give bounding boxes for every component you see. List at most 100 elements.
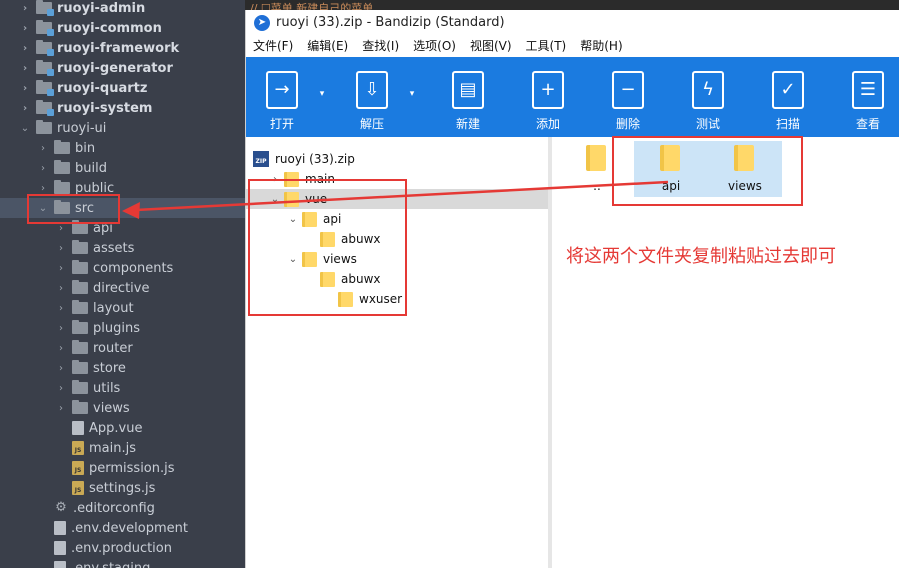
module-folder-icon bbox=[36, 40, 54, 56]
ide-tree-item[interactable]: › bin bbox=[0, 138, 245, 158]
new-archive-icon: ▤ bbox=[452, 71, 484, 109]
zip-archive-icon: ZIP bbox=[253, 151, 269, 167]
chevron-right-icon[interactable]: › bbox=[54, 263, 68, 274]
ide-tree-item[interactable]: › ruoyi-system bbox=[0, 98, 245, 118]
ide-tree-label: main.js bbox=[89, 440, 136, 456]
ide-tree-item[interactable]: JS permission.js bbox=[0, 458, 245, 478]
chevron-right-icon[interactable]: › bbox=[18, 83, 32, 94]
menu-item[interactable]: 查找(I) bbox=[355, 35, 406, 57]
chevron-right-icon[interactable]: › bbox=[18, 43, 32, 54]
ide-tree-item[interactable]: › components bbox=[0, 258, 245, 278]
module-folder-icon bbox=[36, 0, 54, 16]
chevron-right-icon[interactable]: › bbox=[18, 103, 32, 114]
chevron-right-icon[interactable]: › bbox=[54, 323, 68, 334]
ide-tree-item[interactable]: ⌄ ruoyi-ui bbox=[0, 118, 245, 138]
ide-tree-label: ruoyi-quartz bbox=[57, 80, 148, 96]
module-folder-icon bbox=[36, 20, 54, 36]
ide-tree-item[interactable]: › ruoyi-common bbox=[0, 18, 245, 38]
ide-tree-label: build bbox=[75, 160, 107, 176]
folder-icon bbox=[36, 120, 52, 134]
chevron-right-icon[interactable]: › bbox=[54, 303, 68, 314]
ide-tree-label: assets bbox=[93, 240, 135, 256]
folder-icon bbox=[72, 300, 88, 314]
chevron-right-icon[interactable]: › bbox=[18, 63, 32, 74]
toolbar: → 打开 ▾ ⇩ 解压 ▾ ▤ 新建 + 添加 − 删除 ϟ 测试 ✓ 扫描 ☰ 查看 bbox=[246, 57, 899, 137]
menu-item[interactable]: 选项(O) bbox=[406, 35, 463, 57]
ide-tree-item[interactable]: › ruoyi-framework bbox=[0, 38, 245, 58]
ide-tree-item[interactable]: › plugins bbox=[0, 318, 245, 338]
menu-item[interactable]: 视图(V) bbox=[463, 35, 519, 57]
ide-tree-item[interactable]: ⚙ .editorconfig bbox=[0, 498, 245, 518]
ide-tree-item[interactable]: › ruoyi-generator bbox=[0, 58, 245, 78]
chevron-right-icon[interactable]: › bbox=[54, 243, 68, 254]
ide-tree-item[interactable]: › ruoyi-admin bbox=[0, 0, 245, 18]
ide-tree-item[interactable]: › assets bbox=[0, 238, 245, 258]
ide-tree-item[interactable]: › directive bbox=[0, 278, 245, 298]
ide-tree-label: views bbox=[93, 400, 130, 416]
ide-tree-item[interactable]: App.vue bbox=[0, 418, 245, 438]
folder-icon bbox=[72, 240, 88, 254]
folder-icon bbox=[72, 340, 88, 354]
ide-tree-item[interactable]: .env.staging bbox=[0, 558, 245, 568]
toolbar-button-delete[interactable]: − 删除 bbox=[598, 57, 658, 137]
chevron-right-icon[interactable]: › bbox=[54, 383, 68, 394]
ide-tree-item[interactable]: › utils bbox=[0, 378, 245, 398]
dropdown-arrow-icon[interactable]: ▾ bbox=[316, 89, 328, 99]
menu-item[interactable]: 工具(T) bbox=[519, 35, 574, 57]
ide-tree-item[interactable]: .env.production bbox=[0, 538, 245, 558]
scan-icon: ✓ bbox=[772, 71, 804, 109]
toolbar-button-test[interactable]: ϟ 测试 bbox=[678, 57, 738, 137]
js-file-icon: JS bbox=[72, 481, 84, 495]
ide-tree-item[interactable]: › router bbox=[0, 338, 245, 358]
ide-tree-label: .editorconfig bbox=[73, 500, 155, 516]
folder-icon bbox=[72, 380, 88, 394]
toolbar-button-label: 添加 bbox=[535, 117, 560, 131]
chevron-right-icon[interactable]: › bbox=[36, 163, 50, 174]
ide-tree-label: ruoyi-common bbox=[57, 20, 162, 36]
ide-tree-item[interactable]: › views bbox=[0, 398, 245, 418]
toolbar-button-view[interactable]: ☰ 查看 bbox=[838, 57, 898, 137]
chevron-right-icon[interactable]: › bbox=[54, 223, 68, 234]
chevron-right-icon[interactable]: › bbox=[36, 183, 50, 194]
ide-tree-item[interactable]: › ruoyi-quartz bbox=[0, 78, 245, 98]
chevron-right-icon[interactable]: › bbox=[54, 363, 68, 374]
menu-item[interactable]: 帮助(H) bbox=[573, 35, 629, 57]
ide-tree-label: utils bbox=[93, 380, 121, 396]
folder-icon bbox=[72, 260, 88, 274]
ide-tree-item[interactable]: › build bbox=[0, 158, 245, 178]
toolbar-button-add[interactable]: + 添加 bbox=[518, 57, 578, 137]
file-icon bbox=[54, 541, 66, 555]
archive-tree-item[interactable]: ZIP ruoyi (33).zip bbox=[246, 149, 548, 169]
chevron-right-icon[interactable]: › bbox=[54, 403, 68, 414]
module-folder-icon bbox=[36, 60, 54, 76]
toolbar-button-new-archive[interactable]: ▤ 新建 bbox=[438, 57, 498, 137]
file-icon bbox=[72, 421, 84, 435]
chevron-right-icon[interactable]: › bbox=[54, 283, 68, 294]
toolbar-button-label: 删除 bbox=[615, 117, 640, 131]
menu-item[interactable]: 编辑(E) bbox=[300, 35, 355, 57]
js-file-icon: JS bbox=[72, 461, 84, 475]
ide-tree-item[interactable]: › layout bbox=[0, 298, 245, 318]
ide-tree-label: layout bbox=[93, 300, 134, 316]
ide-tree-item[interactable]: › store bbox=[0, 358, 245, 378]
file-icon bbox=[54, 561, 66, 568]
ide-tree-item[interactable]: .env.development bbox=[0, 518, 245, 538]
module-folder-icon bbox=[36, 80, 54, 96]
toolbar-button-open[interactable]: → 打开 bbox=[252, 57, 312, 137]
chevron-right-icon[interactable]: › bbox=[54, 343, 68, 354]
ide-tree-item[interactable]: JS settings.js bbox=[0, 478, 245, 498]
chevron-down-icon[interactable]: ⌄ bbox=[18, 123, 32, 134]
editor-code-fragment: // ☐菜单 新建自己的菜单 bbox=[250, 2, 374, 10]
extract-icon: ⇩ bbox=[356, 71, 388, 109]
chevron-right-icon[interactable]: › bbox=[36, 143, 50, 154]
folder-icon bbox=[54, 140, 70, 154]
menu-item[interactable]: 文件(F) bbox=[246, 35, 300, 57]
toolbar-button-scan[interactable]: ✓ 扫描 bbox=[758, 57, 818, 137]
dropdown-arrow-icon[interactable]: ▾ bbox=[406, 89, 418, 99]
chevron-right-icon[interactable]: › bbox=[18, 3, 32, 14]
chevron-right-icon[interactable]: › bbox=[18, 23, 32, 34]
highlight-ide-src bbox=[27, 194, 120, 224]
toolbar-button-extract[interactable]: ⇩ 解压 bbox=[342, 57, 402, 137]
ide-tree-label: ruoyi-ui bbox=[57, 120, 107, 136]
ide-tree-item[interactable]: JS main.js bbox=[0, 438, 245, 458]
